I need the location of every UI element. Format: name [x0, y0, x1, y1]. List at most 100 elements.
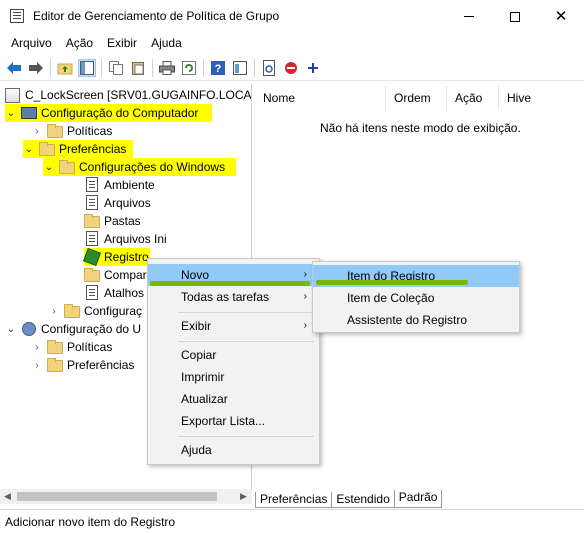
app-icon [10, 9, 24, 23]
tree-horizontal-scrollbar[interactable]: ◀ ▶ [0, 489, 252, 504]
chevron-right-icon[interactable]: › [31, 122, 43, 140]
tree-root-label: C_LockScreen [SRV01.GUGAINFO.LOCAL] [25, 88, 252, 102]
registry-icon [83, 248, 101, 266]
tree-arquivos-label: Arquivos [104, 196, 151, 210]
context-menu-novo-label: Novo [181, 268, 210, 282]
chevron-down-icon[interactable]: ⌄ [5, 104, 17, 122]
tree-compar-label: Compar [104, 268, 147, 282]
tree-user-policies[interactable]: › Políticas [31, 338, 112, 356]
menu-exibir[interactable]: Exibir [100, 33, 144, 53]
menu-bar: Arquivo Ação Exibir Ajuda [0, 33, 584, 53]
maximize-button[interactable] [492, 0, 538, 33]
scroll-right-icon[interactable]: ▶ [236, 489, 251, 504]
tree-computer-config[interactable]: ⌄ Configuração do Computador [5, 104, 212, 122]
copy-icon[interactable] [107, 59, 125, 77]
tree-pastas[interactable]: Pastas [84, 212, 141, 230]
context-menu-ajuda[interactable]: Ajuda [148, 439, 319, 461]
paste-icon[interactable] [129, 59, 147, 77]
properties-icon[interactable] [231, 59, 249, 77]
tree-registro[interactable]: Registro [83, 248, 150, 266]
forward-arrow-icon[interactable] [27, 59, 45, 77]
tree-pastas-label: Pastas [104, 214, 141, 228]
gpo-icon [5, 87, 21, 103]
ini-file-icon [84, 231, 100, 247]
show-tree-icon[interactable] [78, 58, 96, 77]
context-menu-exportar[interactable]: Exportar Lista... [148, 410, 319, 432]
add-icon[interactable] [304, 59, 322, 77]
tree-computer-preferences-label: Preferências [59, 142, 127, 156]
column-header-hive[interactable]: Hive [499, 86, 579, 110]
new-item-icon[interactable] [260, 59, 278, 77]
tree-user-config[interactable]: ⌄ Configuração do U [5, 320, 141, 338]
context-menu-exibir-label: Exibir [181, 319, 212, 333]
tree-arquivos-ini[interactable]: Arquivos Ini [84, 230, 167, 248]
tree-user-preferences[interactable]: › Preferências [31, 356, 134, 374]
toolbar: ? [0, 55, 584, 81]
annotation-underline [316, 280, 468, 285]
context-menu-exibir[interactable]: Exibir › [148, 315, 319, 337]
tree-user-policies-label: Políticas [67, 340, 113, 354]
menu-ajuda[interactable]: Ajuda [144, 33, 189, 53]
chevron-down-icon[interactable]: ⌄ [23, 140, 35, 158]
folder-icon [84, 267, 100, 283]
column-header-acao[interactable]: Ação [447, 86, 499, 110]
context-menu-imprimir[interactable]: Imprimir [148, 366, 319, 388]
minimize-icon [464, 16, 474, 17]
context-menu-atualizar[interactable]: Atualizar [148, 388, 319, 410]
folder-icon [59, 159, 75, 175]
folder-icon [64, 303, 80, 319]
context-menu-separator [178, 312, 314, 313]
folder-icon [47, 339, 63, 355]
annotation-underline [150, 281, 310, 286]
chevron-down-icon[interactable]: ⌄ [43, 158, 55, 176]
submenu-arrow-icon: › [303, 320, 307, 331]
print-icon[interactable] [158, 59, 176, 77]
shortcut-icon [84, 285, 100, 301]
context-menu: Novo › Todas as tarefas › Exibir › Copia… [147, 258, 320, 465]
tab-estendido[interactable]: Estendido [331, 492, 395, 508]
tab-padrao[interactable]: Padrão [393, 490, 443, 508]
toolbar-separator [254, 58, 255, 77]
minimize-button[interactable] [446, 0, 492, 33]
scroll-left-icon[interactable]: ◀ [0, 489, 15, 504]
tree-configur[interactable]: › Configuraç [48, 302, 142, 320]
tree-ambiente-label: Ambiente [104, 178, 155, 192]
chevron-down-icon[interactable]: ⌄ [5, 320, 17, 338]
refresh-icon[interactable] [180, 59, 198, 77]
tree-compar[interactable]: Compar [84, 266, 147, 284]
tree-ambiente[interactable]: Ambiente [84, 176, 155, 194]
column-header-ordem[interactable]: Ordem [386, 86, 447, 110]
submenu-assistente-registro[interactable]: Assistente do Registro [313, 309, 519, 331]
menu-acao[interactable]: Ação [59, 33, 100, 53]
folder-icon [47, 357, 63, 373]
chevron-right-icon[interactable]: › [31, 356, 43, 374]
tree-computer-preferences[interactable]: ⌄ Preferências [23, 140, 133, 158]
submenu-item-de-colecao[interactable]: Item de Coleção [313, 287, 519, 309]
up-folder-icon[interactable] [56, 59, 74, 77]
tree-arquivos[interactable]: Arquivos [84, 194, 151, 212]
context-menu-todas-tarefas[interactable]: Todas as tarefas › [148, 286, 319, 308]
window-title: Editor de Gerenciamento de Política de G… [33, 9, 280, 23]
back-arrow-icon[interactable] [5, 59, 23, 77]
menu-arquivo[interactable]: Arquivo [4, 33, 59, 53]
toolbar-separator [101, 58, 102, 77]
chevron-right-icon[interactable]: › [48, 302, 60, 320]
tree-configur-label: Configuraç [84, 304, 143, 318]
toolbar-separator [50, 58, 51, 77]
context-menu-copiar[interactable]: Copiar [148, 344, 319, 366]
tab-preferencias[interactable]: Preferências [255, 492, 333, 508]
scroll-thumb[interactable] [17, 492, 217, 501]
tree-root[interactable]: C_LockScreen [SRV01.GUGAINFO.LOCAL] [5, 86, 252, 104]
tree-computer-policies[interactable]: › Políticas [31, 122, 112, 140]
column-header-nome[interactable]: Nome [255, 86, 386, 110]
chevron-right-icon[interactable]: › [31, 338, 43, 356]
files-icon [84, 195, 100, 211]
help-icon[interactable]: ? [209, 59, 227, 77]
submenu-arrow-icon: › [303, 269, 307, 280]
delete-icon[interactable] [282, 59, 300, 77]
tree-atalhos[interactable]: Atalhos [84, 284, 144, 302]
status-bar: Adicionar novo item do Registro [0, 509, 584, 533]
tree-computer-policies-label: Políticas [67, 124, 113, 138]
close-button[interactable]: ✕ [538, 0, 584, 33]
tree-windows-settings[interactable]: ⌄ Configurações do Windows [43, 158, 236, 176]
